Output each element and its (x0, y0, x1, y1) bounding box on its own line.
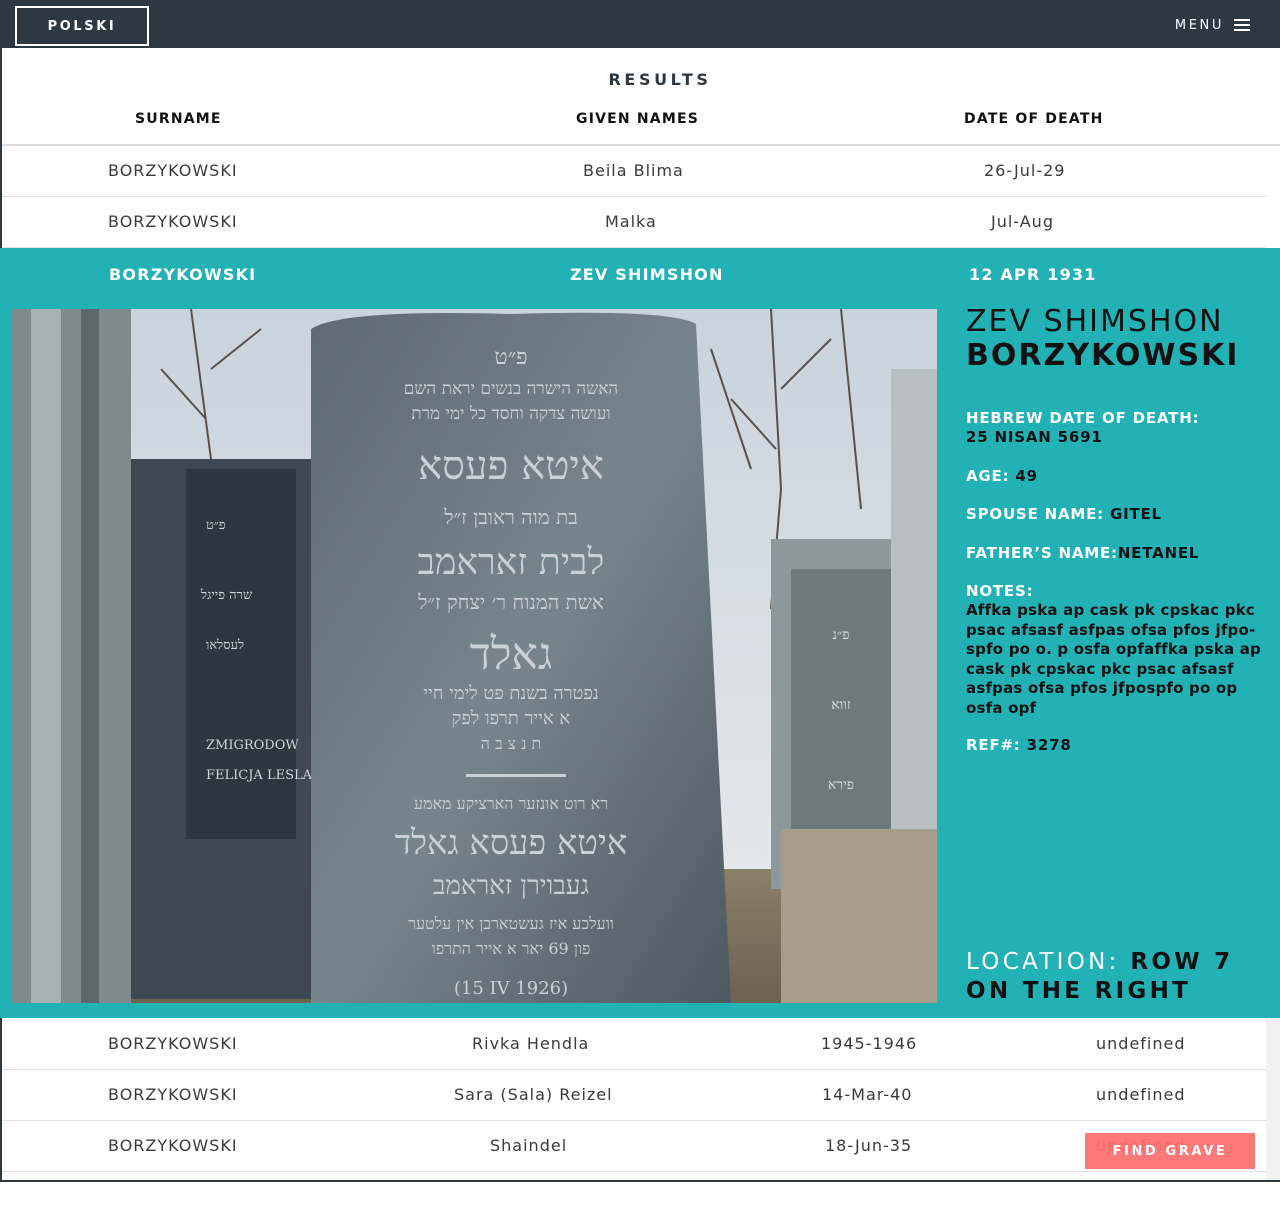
row-surname: BORZYKOWSKI (108, 1085, 238, 1104)
column-header-date-of-death[interactable]: DATE OF DEATH (964, 111, 1104, 127)
row-given-names: Sara (Sala) Reizel (454, 1085, 613, 1104)
table-row[interactable]: BORZYKOWSKI Rivka Hendla 1945-1946 undef… (2, 1019, 1266, 1070)
row-extra: undefined (1096, 1085, 1186, 1104)
scroll-gutter (1266, 1018, 1280, 1181)
row-given-names: Beila Blima (583, 161, 684, 180)
svg-text:FELICJA LESLAU: FELICJA LESLAU (206, 768, 323, 783)
table-row[interactable]: BORZYKOWSKI Malka Jul-Aug (2, 197, 1266, 248)
row-surname: BORZYKOWSKI (108, 212, 238, 231)
column-header-given-names[interactable]: GIVEN NAMES (576, 111, 699, 127)
frame-border-bottom (0, 1180, 1280, 1182)
svg-text:איטא פעסא גאלד: איטא פעסא גאלד (395, 823, 628, 863)
menu-button[interactable]: MENU (1175, 14, 1250, 36)
svg-text:האשה הישרה בנשים יראת השם: האשה הישרה בנשים יראת השם (404, 379, 618, 399)
svg-text:וועלכע איז געשטארבן אין עלטער: וועלכע איז געשטארבן אין עלטער (408, 914, 614, 933)
row-date-of-death: 1945-1946 (821, 1034, 918, 1053)
top-navigation-bar: POLSKI MENU (0, 0, 1280, 48)
location-field: LOCATION: ROW 7 ON THE RIGHT (966, 948, 1276, 1006)
column-header-surname[interactable]: SURNAME (135, 111, 222, 127)
notes-field: NOTES: Affka pska ap cask pk cpskac pkc … (966, 582, 1266, 718)
hebrew-date-field: HEBREW DATE OF DEATH: 25 NISAN 5691 (966, 409, 1199, 447)
results-title: RESULTS (608, 70, 712, 89)
father-value: NETANEL (1117, 544, 1200, 562)
table-row[interactable]: BORZYKOWSKI Shaindel 18-Jun-35 undefined (2, 1121, 1266, 1172)
svg-text:פ״ט: פ״ט (494, 345, 527, 370)
row-surname: BORZYKOWSKI (108, 1034, 238, 1053)
table-row[interactable]: BORZYKOWSKI Sara (Sala) Reizel 14-Mar-40… (2, 1070, 1266, 1121)
svg-text:בת מוה ראובן ז״ל: בת מוה ראובן ז״ל (443, 505, 578, 529)
notes-label: NOTES: (966, 582, 1034, 600)
row-extra: undefined (1096, 1034, 1186, 1053)
row-surname: BORZYKOWSKI (108, 161, 238, 180)
table-row[interactable]: BORZYKOWSKI Beila Blima 26-Jul-29 (2, 146, 1266, 197)
age-field: AGE: 49 (966, 467, 1038, 486)
age-label: AGE: (966, 467, 1010, 485)
notes-value: Affka pska ap cask pk cpskac pkc psac af… (966, 601, 1261, 717)
ref-label: REF#: (966, 736, 1021, 754)
svg-text:אשת המנוח ר׳ יצחק ז״ל: אשת המנוח ר׳ יצחק ז״ל (417, 590, 604, 614)
svg-text:לבית זאראמב: לבית זאראמב (418, 542, 605, 583)
svg-text:רא רוט אונזער הארציקע מאמע: רא רוט אונזער הארציקע מאמע (414, 794, 608, 813)
row-given-names: Rivka Hendla (472, 1034, 590, 1053)
language-toggle-button[interactable]: POLSKI (15, 6, 149, 46)
selected-given-names: ZEV SHIMSHON (570, 265, 724, 284)
svg-text:פ״ט: פ״ט (206, 518, 226, 533)
svg-text:א אייר תרפו לפק: א אייר תרפו לפק (452, 708, 571, 729)
svg-text:פירא: פירא (828, 777, 854, 793)
svg-text:פ״נ: פ״נ (832, 627, 849, 643)
row-date-of-death: 14-Mar-40 (822, 1085, 913, 1104)
svg-text:ZMIGRODOW: ZMIGRODOW (206, 738, 299, 753)
svg-text:פון 69 יאר א אייר התרפו: פון 69 יאר א אייר התרפו (432, 939, 591, 958)
person-first-name: ZEV SHIMSHON (966, 304, 1224, 339)
spouse-label: SPOUSE NAME: (966, 505, 1104, 523)
svg-text:איטא פעסא: איטא פעסא (418, 443, 604, 489)
hebrew-date-label: HEBREW DATE OF DEATH: (966, 409, 1200, 427)
selected-surname: BORZYKOWSKI (109, 265, 257, 284)
svg-text:זווא: זווא (831, 697, 851, 713)
svg-text:שרה פייגל: שרה פייגל (200, 588, 253, 603)
father-field: FATHER’S NAME:NETANEL (966, 544, 1199, 563)
svg-text:נפטרה בשנת פט לימי חיי: נפטרה בשנת פט לימי חיי (423, 683, 598, 704)
svg-text:געבוירן זאראמב: געבוירן זאראמב (433, 871, 589, 901)
selected-date-of-death: 12 APR 1931 (969, 265, 1097, 284)
row-given-names: Shaindel (490, 1136, 568, 1155)
ref-field: REF#: 3278 (966, 736, 1072, 755)
father-label: FATHER’S NAME: (966, 544, 1118, 562)
hebrew-date-value: 25 NISAN 5691 (966, 428, 1103, 446)
grave-detail-panel: פ״ט שרה פייגל לעסלאו ZMIGRODOW FELICJA LESLA… (0, 304, 1280, 1018)
row-surname: BORZYKOWSKI (108, 1136, 238, 1155)
location-label: LOCATION: (966, 949, 1120, 975)
age-value: 49 (1015, 467, 1038, 485)
svg-text:לעסלאו: לעסלאו (206, 638, 244, 653)
spouse-value: GITEL (1109, 505, 1162, 523)
svg-text:(15 IV 1926): (15 IV 1926) (454, 978, 568, 999)
row-date-of-death: 18-Jun-35 (825, 1136, 913, 1155)
selected-table-row[interactable]: BORZYKOWSKI ZEV SHIMSHON 12 APR 1931 (0, 248, 1280, 308)
svg-text:ועושה צדקה וחסד כל ימי מרת: ועושה צדקה וחסד כל ימי מרת (411, 404, 610, 424)
ref-value: 3278 (1026, 736, 1072, 754)
menu-label: MENU (1174, 17, 1224, 33)
row-given-names: Malka (605, 212, 657, 231)
row-date-of-death: Jul-Aug (991, 212, 1054, 231)
person-last-name: BORZYKOWSKI (966, 338, 1240, 373)
find-grave-button[interactable]: FIND GRAVE (1085, 1133, 1255, 1169)
svg-text:ת נ צ ב ה: ת נ צ ב ה (481, 734, 542, 753)
gravestone-photo: פ״ט שרה פייגל לעסלאו ZMIGRODOW FELICJA LESLA… (11, 309, 937, 1003)
svg-text:גאלד: גאלד (470, 629, 553, 680)
hamburger-icon (1234, 18, 1250, 32)
spouse-field: SPOUSE NAME: GITEL (966, 505, 1162, 524)
row-date-of-death: 26-Jul-29 (984, 161, 1066, 180)
